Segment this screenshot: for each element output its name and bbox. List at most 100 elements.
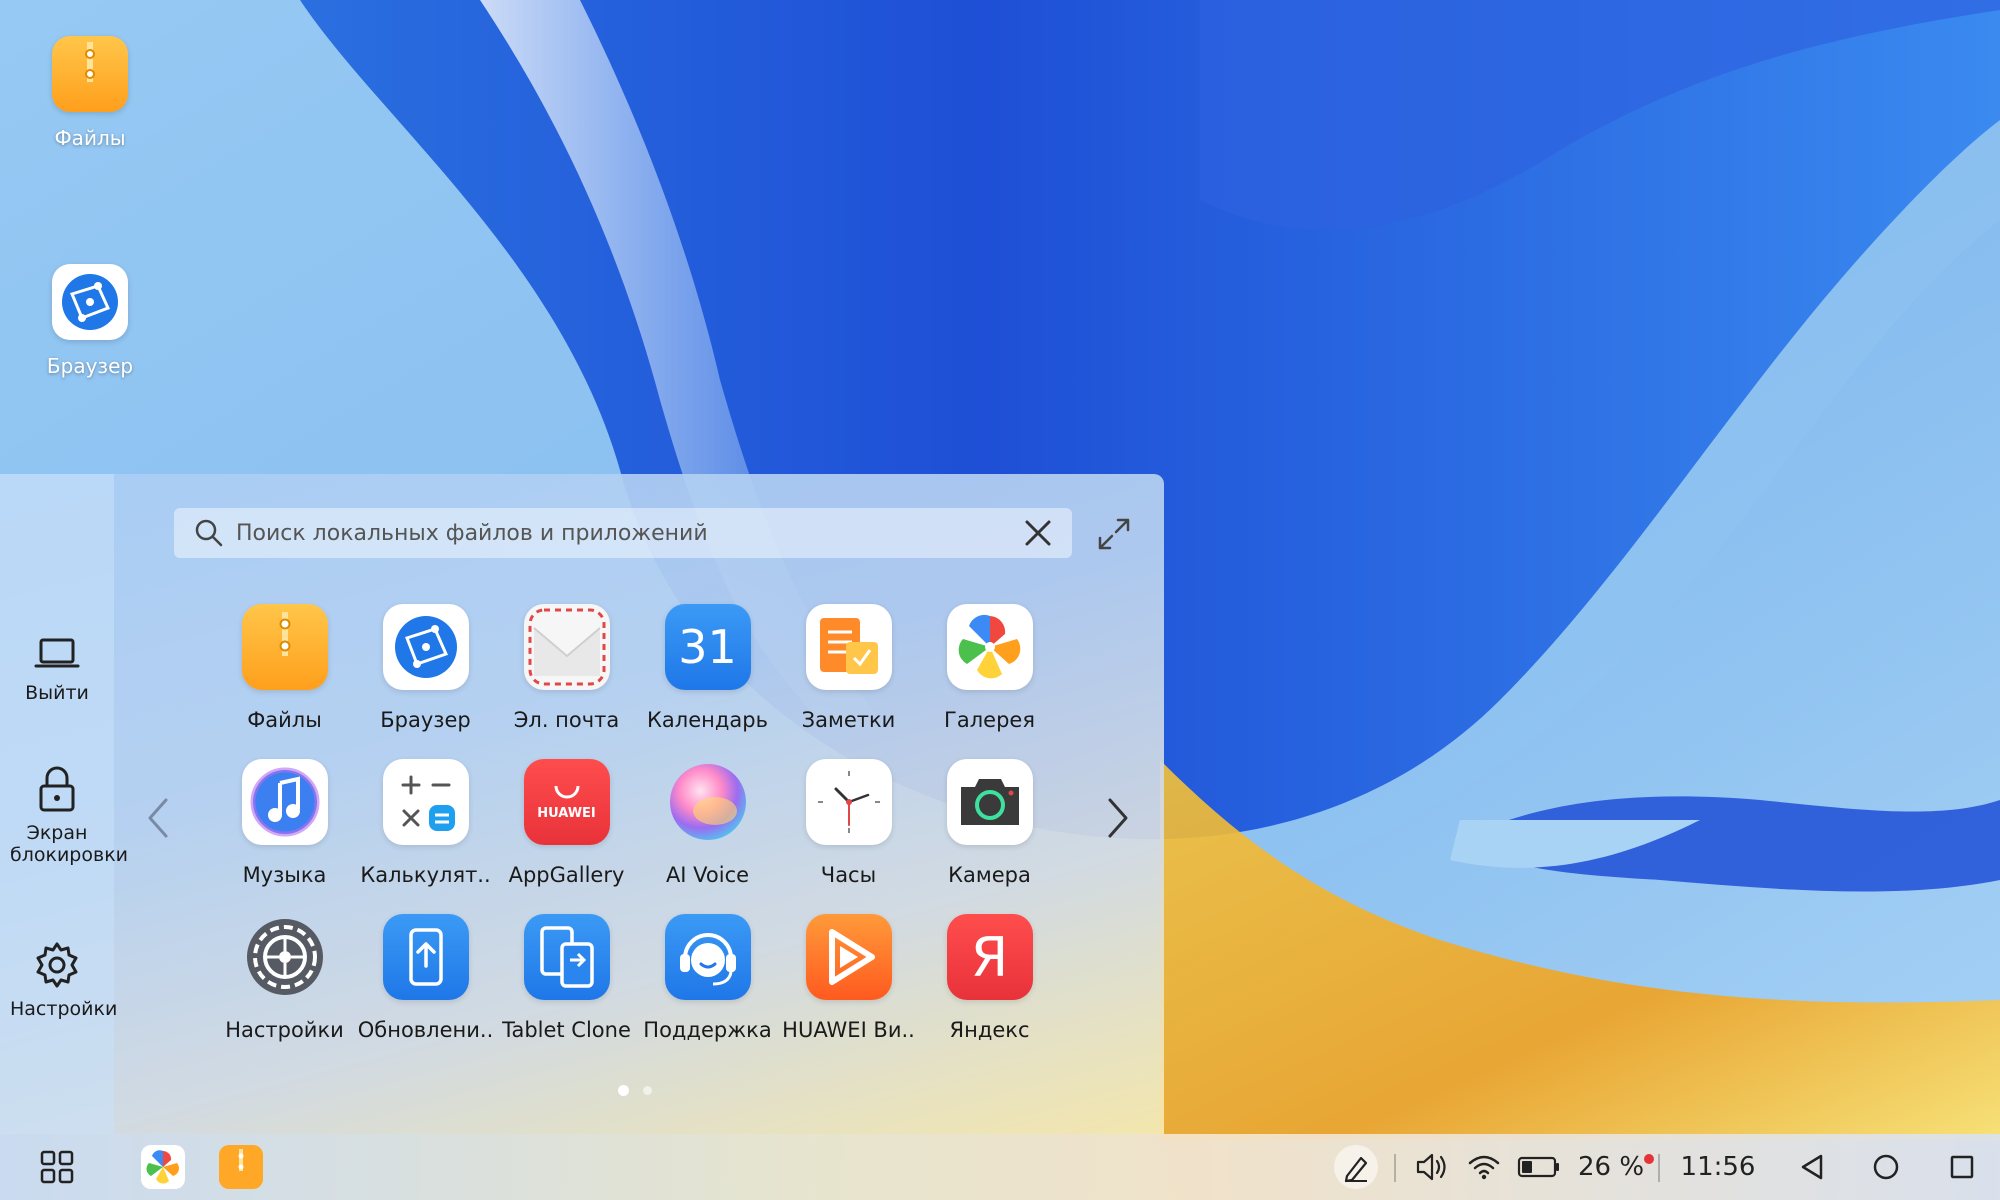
browser-icon (52, 264, 128, 340)
app-ai-voice-label: AI Voice (665, 863, 750, 887)
start-button[interactable] (30, 1134, 84, 1200)
home-button[interactable] (1864, 1134, 1908, 1200)
calendar-icon: 31 (664, 604, 751, 690)
start-menu: Выйти Экран блокировки Настройки Файлы (0, 474, 1164, 1134)
sidebar-item-settings[interactable]: Настройки (0, 940, 118, 1020)
app-yandex-label: Яндекс (949, 1018, 1030, 1042)
pen-button[interactable] (1332, 1134, 1380, 1200)
app-camera-label: Камера (948, 863, 1031, 887)
desktop-browser[interactable]: Браузер (20, 264, 160, 378)
app-appgallery[interactable]: HUAWEI AppGallery (496, 759, 637, 914)
app-calculator-label: Калькулят.. (360, 863, 491, 887)
music-icon (241, 759, 328, 845)
recents-square-icon (1950, 1155, 1974, 1179)
app-clock[interactable]: Часы (778, 759, 919, 914)
pen-icon (1334, 1145, 1378, 1189)
sidebar-item-lock-screen[interactable]: Экран блокировки (0, 764, 128, 866)
tablet-clone-icon (523, 914, 610, 1000)
app-calendar[interactable]: 31 Календарь (637, 604, 778, 759)
files-icon (52, 36, 128, 112)
laptop-icon (34, 638, 80, 668)
wifi-icon (1468, 1155, 1500, 1180)
sidebar-item-settings-label: Настройки (10, 998, 118, 1020)
ai-voice-icon (665, 759, 751, 845)
expand-icon[interactable] (1094, 514, 1134, 554)
app-huawei-video[interactable]: HUAWEI Ви.. (778, 914, 919, 1069)
support-icon (664, 914, 751, 1000)
battery-indicator[interactable] (1514, 1134, 1564, 1200)
search-bar (174, 508, 1072, 558)
desktop-browser-label: Браузер (46, 354, 134, 378)
yandex-letter: Я (970, 925, 1009, 989)
chevron-left-icon[interactable] (144, 796, 174, 840)
app-ai-voice[interactable]: AI Voice (637, 759, 778, 914)
files-icon (241, 604, 328, 690)
app-grid: Файлы Браузер Эл. почта 31 Календарь Зам… (214, 604, 1064, 1069)
taskbar: 26 % 11:56 (0, 1134, 2000, 1200)
app-huawei-video-label: HUAWEI Ви.. (782, 1018, 915, 1042)
app-calculator[interactable]: Калькулят.. (355, 759, 496, 914)
app-yandex[interactable]: Я Яндекс (919, 914, 1060, 1069)
notes-icon (805, 604, 892, 690)
taskbar-separator (1394, 1154, 1396, 1182)
page-indicator (618, 1085, 652, 1096)
app-browser-label: Браузер (380, 708, 471, 732)
wifi-button[interactable] (1462, 1134, 1506, 1200)
app-music[interactable]: Музыка (214, 759, 355, 914)
app-browser[interactable]: Браузер (355, 604, 496, 759)
app-tablet-clone[interactable]: Tablet Clone (496, 914, 637, 1069)
back-triangle-icon (1801, 1154, 1823, 1180)
app-update[interactable]: Обновлени.. (355, 914, 496, 1069)
browser-icon (382, 604, 469, 690)
settings-icon (242, 914, 328, 1000)
taskbar-separator (1658, 1154, 1660, 1182)
volume-button[interactable] (1410, 1134, 1454, 1200)
page-dot-1[interactable] (618, 1085, 629, 1096)
sidebar-item-logout-label: Выйти (25, 682, 89, 704)
app-mail[interactable]: Эл. почта (496, 604, 637, 759)
chevron-right-icon[interactable] (1102, 796, 1132, 840)
app-tablet-clone-label: Tablet Clone (502, 1018, 631, 1042)
app-music-label: Музыка (242, 863, 327, 887)
app-files[interactable]: Файлы (214, 604, 355, 759)
taskbar-gallery[interactable] (138, 1134, 188, 1200)
update-icon (382, 914, 469, 1000)
close-icon (1025, 520, 1051, 546)
app-support[interactable]: Поддержка (637, 914, 778, 1069)
clear-search-button[interactable] (1018, 513, 1058, 553)
app-settings[interactable]: Настройки (214, 914, 355, 1069)
start-menu-sidebar: Выйти Экран блокировки Настройки (0, 474, 128, 1134)
search-input[interactable] (236, 520, 1018, 546)
app-gallery[interactable]: Галерея (919, 604, 1060, 759)
app-notes-label: Заметки (801, 708, 896, 732)
appgallery-brand: HUAWEI (537, 805, 596, 821)
page-dot-2[interactable] (643, 1086, 652, 1095)
files-icon (219, 1145, 263, 1189)
app-files-label: Файлы (247, 708, 322, 732)
app-notes[interactable]: Заметки (778, 604, 919, 759)
calendar-day: 31 (678, 620, 737, 674)
app-settings-label: Настройки (225, 1018, 344, 1042)
app-appgallery-label: AppGallery (508, 863, 625, 887)
lock-icon (39, 766, 75, 812)
app-camera[interactable]: Камера (919, 759, 1060, 914)
clock[interactable]: 11:56 (1672, 1134, 1764, 1200)
desktop-files[interactable]: Файлы (20, 36, 160, 150)
app-mail-label: Эл. почта (513, 708, 620, 732)
huawei-video-icon (805, 914, 892, 1000)
notification-dot (1644, 1154, 1654, 1164)
app-support-label: Поддержка (643, 1018, 772, 1042)
gallery-icon (946, 604, 1033, 690)
calculator-icon (382, 759, 469, 845)
app-calendar-label: Календарь (647, 708, 768, 732)
battery-icon (1517, 1156, 1559, 1178)
back-button[interactable] (1790, 1134, 1834, 1200)
desktop-files-label: Файлы (54, 126, 126, 150)
sidebar-item-logout[interactable]: Выйти (0, 636, 114, 704)
app-gallery-label: Галерея (944, 708, 1035, 732)
recents-button[interactable] (1940, 1134, 1984, 1200)
taskbar-files[interactable] (216, 1134, 266, 1200)
mail-icon (523, 604, 610, 690)
clock-icon (805, 759, 892, 845)
gear-icon (36, 942, 78, 988)
